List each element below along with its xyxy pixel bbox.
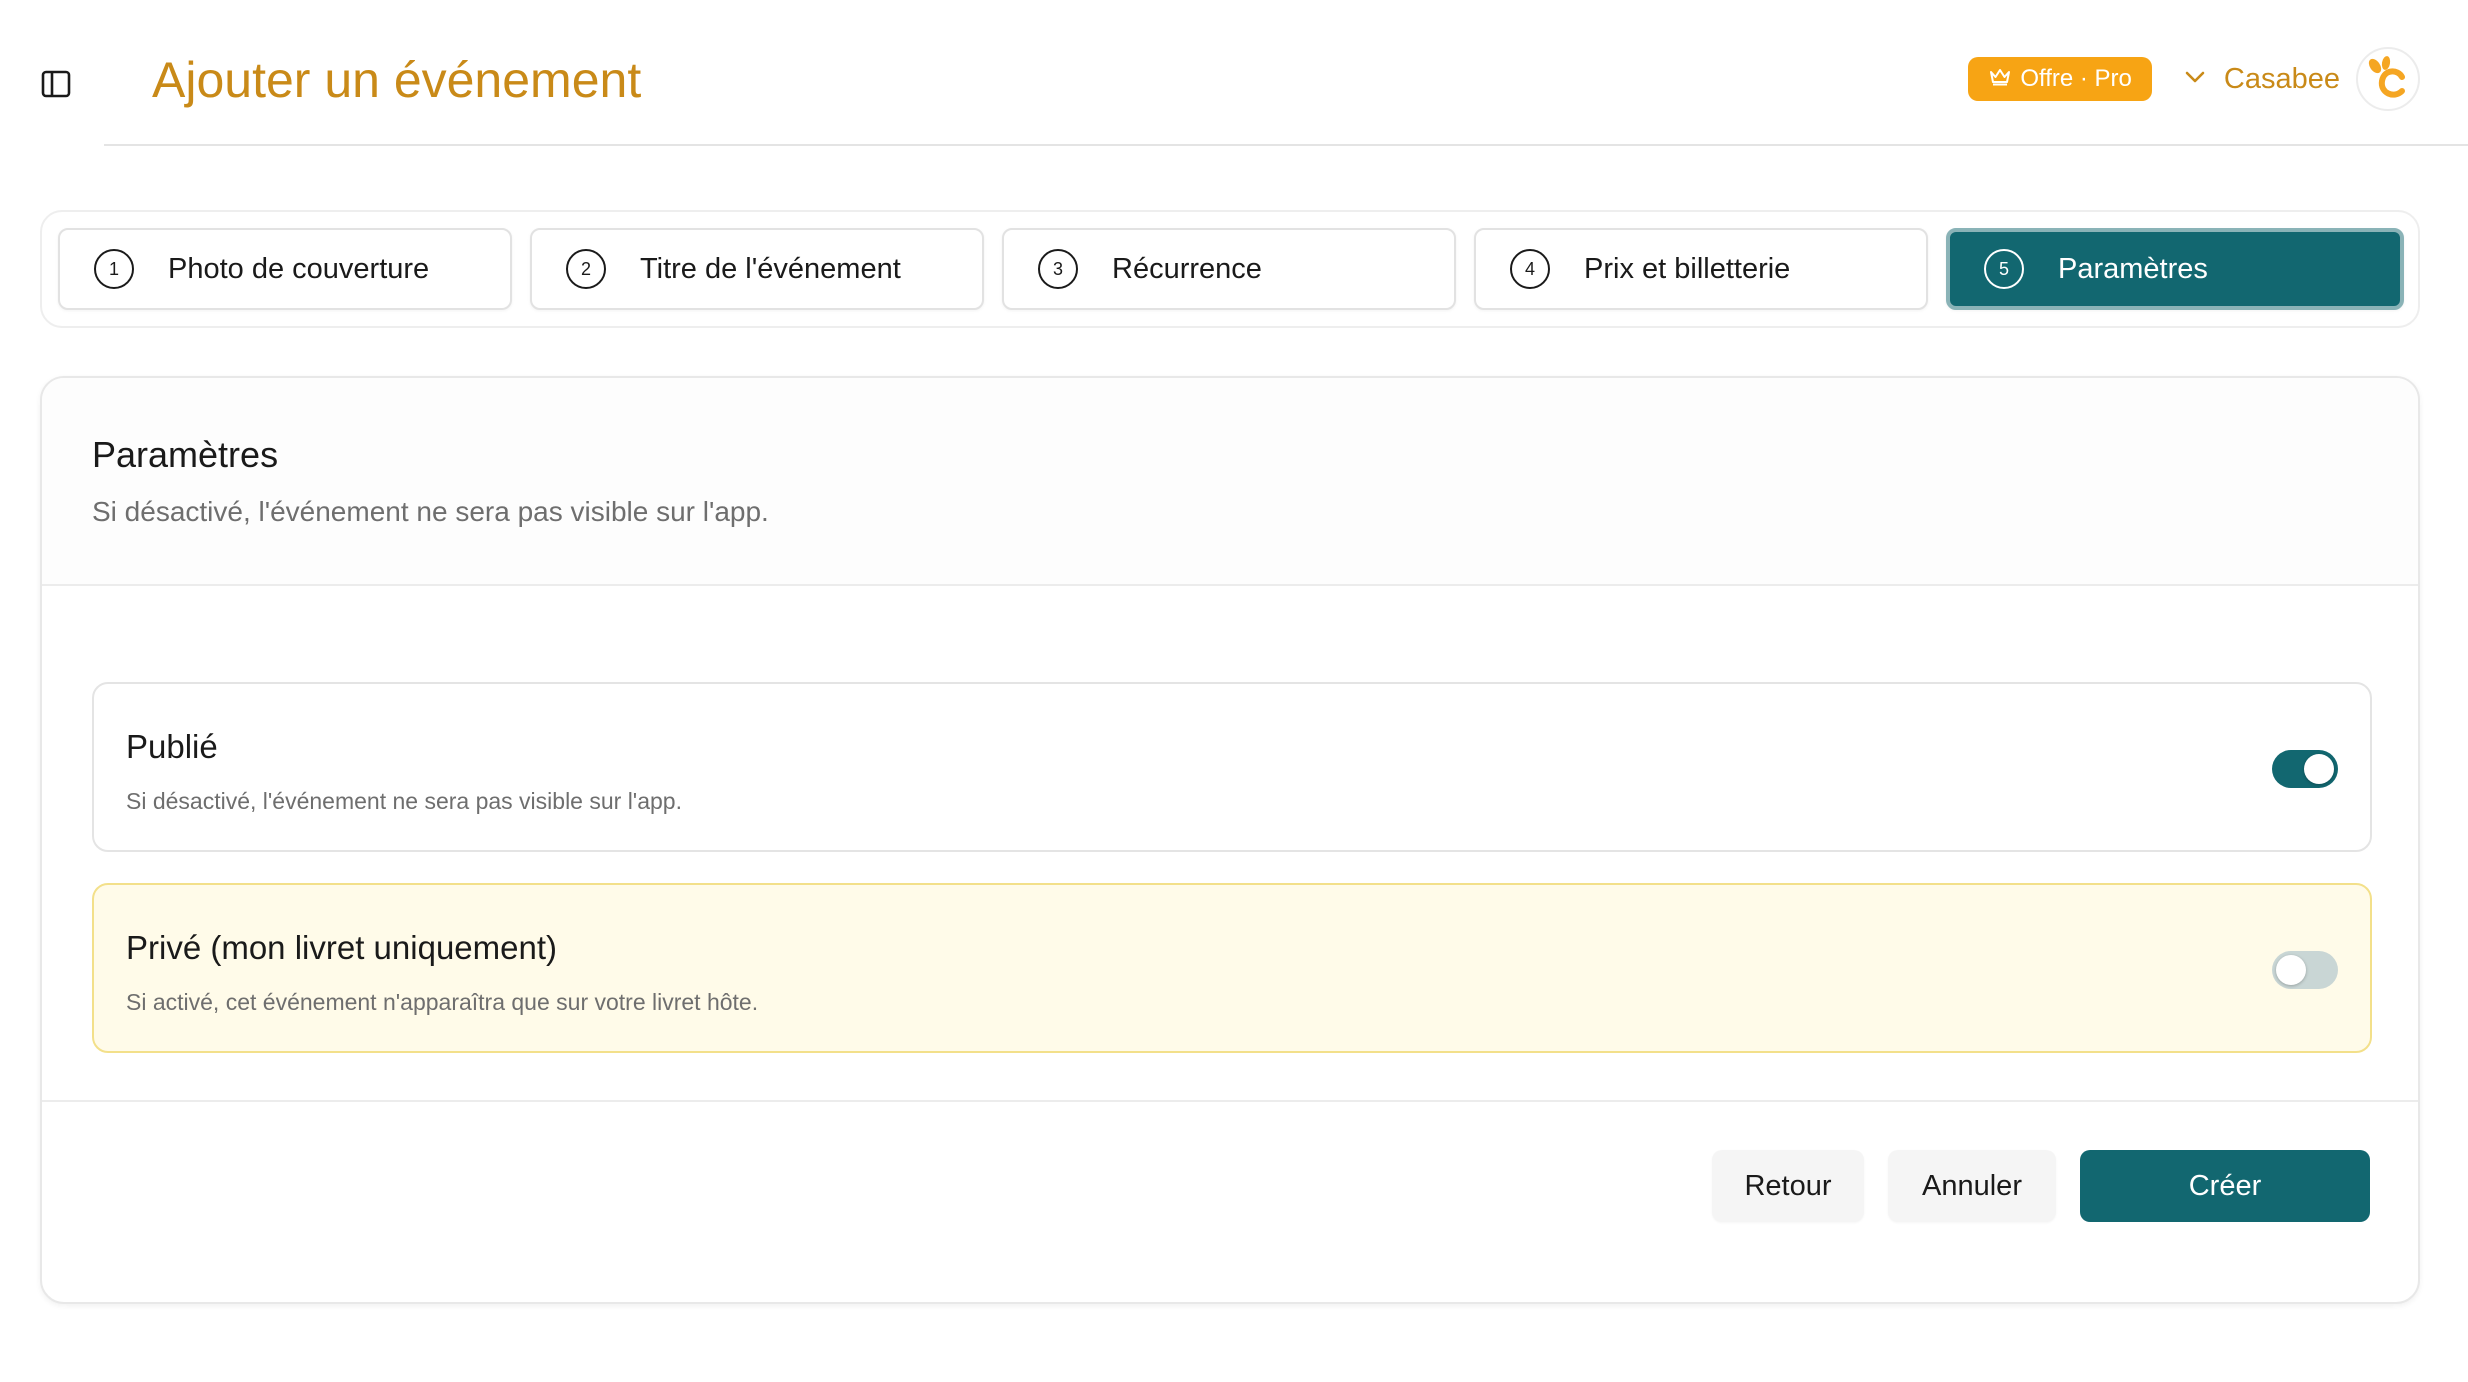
step-label: Paramètres — [2058, 252, 2208, 285]
section-subtitle: Si désactivé, l'événement ne sera pas vi… — [92, 496, 769, 527]
setting-title: Publié — [126, 728, 218, 765]
back-button[interactable]: Retour — [1712, 1150, 1864, 1222]
step-number: 1 — [94, 249, 134, 289]
header-divider — [104, 144, 2468, 146]
section-title: Paramètres — [92, 434, 279, 475]
setting-description: Si désactivé, l'événement ne sera pas vi… — [126, 788, 682, 814]
step-number: 4 — [1510, 249, 1550, 289]
step-number: 2 — [566, 249, 606, 289]
top-header: Ajouter un événement Offre · Pro Casabee — [0, 0, 2468, 146]
avatar[interactable] — [2356, 47, 2420, 111]
step-price-ticketing[interactable]: 4 Prix et billetterie — [1474, 228, 1928, 310]
card-header: Paramètres Si désactivé, l'événement ne … — [42, 378, 2418, 586]
chevron-down-icon — [2184, 70, 2206, 89]
create-button[interactable]: Créer — [2080, 1150, 2370, 1222]
step-number: 5 — [1984, 249, 2024, 289]
crown-icon — [1988, 65, 2012, 93]
toggle-knob — [2304, 754, 2334, 784]
setting-title: Privé (mon livret uniquement) — [126, 929, 557, 966]
toggle-knob — [2276, 955, 2306, 985]
step-cover-photo[interactable]: 1 Photo de couverture — [58, 228, 512, 310]
step-label: Récurrence — [1112, 252, 1262, 285]
step-navigation: 1 Photo de couverture 2 Titre de l'événe… — [40, 210, 2420, 328]
setting-private: Privé (mon livret uniquement) Si activé,… — [92, 883, 2372, 1053]
sidebar-toggle-icon[interactable] — [36, 64, 76, 104]
header-actions: Offre · Pro Casabee — [1968, 46, 2420, 112]
account-name: Casabee — [2223, 62, 2340, 95]
step-number: 3 — [1038, 249, 1078, 289]
account-switcher[interactable]: Casabee — [2184, 63, 2340, 96]
step-recurrence[interactable]: 3 Récurrence — [1002, 228, 1456, 310]
published-toggle[interactable] — [2272, 750, 2338, 788]
footer-divider — [42, 1100, 2418, 1102]
step-label: Prix et billetterie — [1584, 252, 1791, 285]
setting-description: Si activé, cet événement n'apparaîtra qu… — [126, 989, 759, 1015]
step-event-title[interactable]: 2 Titre de l'événement — [530, 228, 984, 310]
step-label: Titre de l'événement — [640, 252, 901, 285]
casabee-logo-icon — [2368, 56, 2405, 98]
step-label: Photo de couverture — [168, 252, 430, 285]
setting-published: Publié Si désactivé, l'événement ne sera… — [92, 682, 2372, 852]
settings-card: Paramètres Si désactivé, l'événement ne … — [40, 376, 2420, 1304]
cancel-button[interactable]: Annuler — [1888, 1150, 2056, 1222]
step-settings[interactable]: 5 Paramètres — [1946, 228, 2404, 310]
plan-badge[interactable]: Offre · Pro — [1968, 57, 2152, 101]
page-title: Ajouter un événement — [152, 52, 642, 108]
private-toggle[interactable] — [2272, 951, 2338, 989]
plan-badge-label: Offre · Pro — [2020, 65, 2132, 92]
